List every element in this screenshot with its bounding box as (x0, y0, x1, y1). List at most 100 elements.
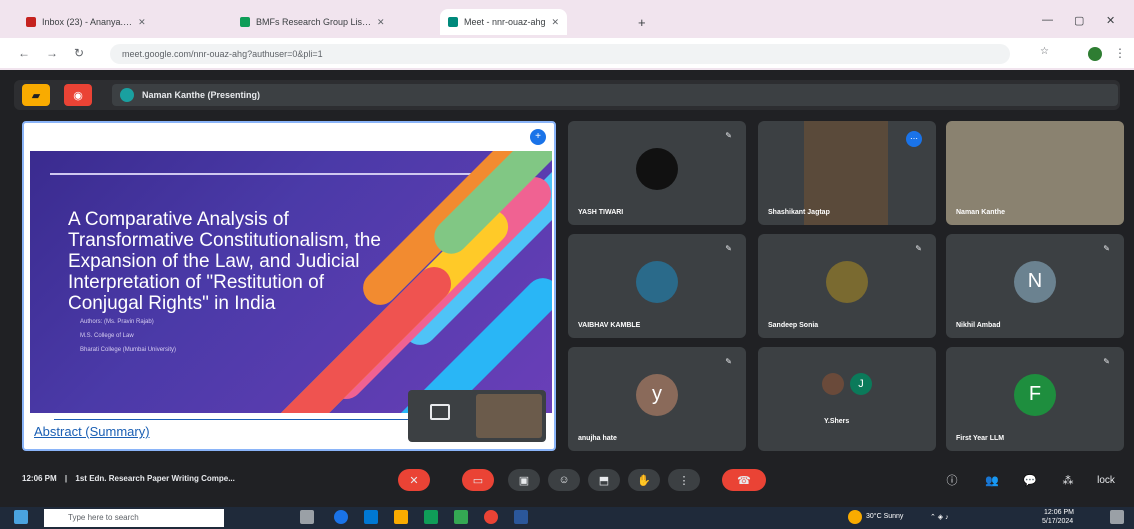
participant-avatar: N (1014, 260, 1056, 303)
mic-off-icon: ✎ (725, 244, 732, 253)
mic-off-icon: ✎ (915, 244, 922, 253)
host-lock-button[interactable]: lock (1090, 469, 1122, 491)
participant-photo (636, 260, 678, 303)
slide-title: A Comparative Analysis of Transformative… (68, 209, 488, 314)
present-icon[interactable] (430, 404, 450, 420)
captions-button[interactable]: ▣ (508, 469, 540, 491)
windows-start-icon[interactable] (14, 510, 28, 524)
chat-icon[interactable]: 💬 (1014, 469, 1046, 491)
meet-icon (448, 17, 458, 27)
participant-name: Y.Shers (824, 418, 850, 425)
word-icon[interactable] (514, 510, 528, 524)
end-call-button[interactable]: ☎ (722, 469, 766, 491)
participant-tile[interactable]: Naman Kanthe (946, 121, 1124, 225)
activities-icon[interactable]: ⁂ (1052, 469, 1084, 491)
slide: A Comparative Analysis of Transformative… (30, 151, 552, 413)
chrome-icon[interactable] (334, 510, 348, 524)
clock-time[interactable]: 12:06 PM (1044, 509, 1074, 516)
present-button[interactable]: ⬒ (588, 469, 620, 491)
info-icon[interactable]: ⓘ (936, 469, 968, 491)
app-icon[interactable] (454, 510, 468, 524)
forward-icon[interactable]: → (46, 46, 58, 60)
notification-icon[interactable] (1110, 510, 1124, 524)
menu-icon[interactable]: ⋮ (1114, 46, 1126, 60)
participant-photo (822, 373, 844, 395)
slide-abstract-heading: Abstract (Summary) (34, 424, 150, 439)
self-view[interactable] (408, 390, 546, 442)
participant-tile[interactable]: ✎ Sandeep Sonia (758, 234, 936, 338)
participant-tile[interactable]: ⋯ Shashikant Jagtap (758, 121, 936, 225)
weather-text[interactable]: 30°C Sunny (866, 513, 903, 520)
tab-label: Inbox (23) - Ananya.… (42, 17, 133, 27)
slide-divider (50, 173, 530, 175)
store-icon[interactable] (424, 510, 438, 524)
participant-name: Shashikant Jagtap (768, 209, 830, 216)
more-options-button[interactable]: ⋮ (668, 469, 700, 491)
title-line: Transformative Constitutionalism, the (68, 230, 381, 251)
maximize-icon[interactable]: ▢ (1074, 14, 1084, 27)
task-view-icon[interactable] (300, 510, 314, 524)
presenter-label: Naman Kanthe (Presenting) (142, 90, 261, 100)
meeting-title: 1st Edn. Research Paper Writing Compe... (75, 474, 235, 483)
tab-label: Meet - nnr-ouaz-ahg (464, 17, 546, 27)
window-close-icon[interactable]: ✕ (1106, 14, 1115, 27)
people-icon[interactable]: 👥 (976, 469, 1008, 491)
edge-icon[interactable] (364, 510, 378, 524)
chrome-icon[interactable] (484, 510, 498, 524)
emoji-button[interactable]: ☺ (548, 469, 580, 491)
close-icon[interactable]: ✕ (552, 17, 560, 28)
camera-toggle-button[interactable]: ▭ (462, 469, 494, 491)
participant-photo (636, 147, 678, 190)
participant-name: Sandeep Sonia (768, 322, 819, 329)
meeting-time: 12:06 PM (22, 474, 57, 483)
participant-tile[interactable]: F ✎ First Year LLM (946, 347, 1124, 451)
tray-icons[interactable]: ⌃ ◈ ♪ (930, 513, 949, 521)
self-video (476, 394, 542, 438)
minimize-icon[interactable]: — (1042, 14, 1053, 26)
back-icon[interactable]: ← (18, 46, 30, 60)
speaking-icon: ⋯ (906, 131, 922, 147)
tab-inbox[interactable]: Inbox (23) - Ananya.… ✕ (18, 9, 154, 35)
reload-icon[interactable]: ↻ (74, 46, 84, 60)
slide-author: Authors: (Ms. Pravin Rajab) (80, 319, 154, 325)
raise-hand-button[interactable]: ✋ (628, 469, 660, 491)
folder-icon[interactable]: ▰ (22, 84, 50, 106)
slide-university: Bharati College (Mumbai University) (80, 347, 177, 353)
mic-off-icon: ✎ (1103, 244, 1110, 253)
tab-bmfs[interactable]: BMFs Research Group Lis… ✕ (232, 9, 393, 35)
pin-icon[interactable]: + (530, 129, 546, 145)
participant-name: YASH TIWARI (578, 209, 624, 216)
weather-icon (848, 510, 862, 524)
close-icon[interactable]: ✕ (377, 17, 385, 28)
profile-avatar[interactable] (1088, 47, 1102, 61)
file-explorer-icon[interactable] (394, 510, 408, 524)
presenter-chip[interactable]: Naman Kanthe (Presenting) (112, 84, 1118, 106)
participant-avatar: F (1014, 373, 1056, 416)
participant-name: First Year LLM (956, 435, 1005, 442)
participant-tile[interactable]: ✎ YASH TIWARI (568, 121, 746, 225)
record-icon[interactable]: ◉ (64, 84, 92, 106)
title-line: Expansion of the Law, and Judicial (68, 251, 360, 272)
taskbar-search[interactable]: Type here to search (44, 509, 224, 527)
meeting-info: 12:06 PM | 1st Edn. Research Paper Writi… (22, 474, 235, 483)
tab-meet[interactable]: Meet - nnr-ouaz-ahg ✕ (440, 9, 568, 35)
participant-avatar: y (636, 373, 678, 416)
mic-toggle-button[interactable]: ✕ (398, 469, 430, 491)
clock-date[interactable]: 5/17/2024 (1042, 518, 1073, 525)
participant-name: Nikhil Ambad (956, 322, 1001, 329)
participant-name: anujha hate (578, 435, 617, 442)
participant-photo (826, 260, 868, 303)
participant-tile[interactable]: N ✎ Nikhil Ambad (946, 234, 1124, 338)
presenter-avatar (120, 88, 134, 102)
participant-tile[interactable]: J Y.Shers (758, 347, 936, 451)
new-tab-button[interactable]: + (630, 9, 654, 35)
address-bar[interactable]: meet.google.com/nnr-ouaz-ahg?authuser=0&… (110, 44, 1010, 64)
participant-tile[interactable]: y ✎ anujha hate (568, 347, 746, 451)
participant-tile[interactable]: ✎ VAIBHAV KAMBLE (568, 234, 746, 338)
title-line: Conjugal Rights" in India (68, 293, 276, 314)
extension-icon[interactable]: ☆ (1040, 46, 1049, 57)
gmail-icon (26, 17, 36, 27)
mic-off-icon: ✎ (725, 131, 732, 140)
close-icon[interactable]: ✕ (138, 17, 146, 28)
mic-off-icon: ✎ (725, 357, 732, 366)
